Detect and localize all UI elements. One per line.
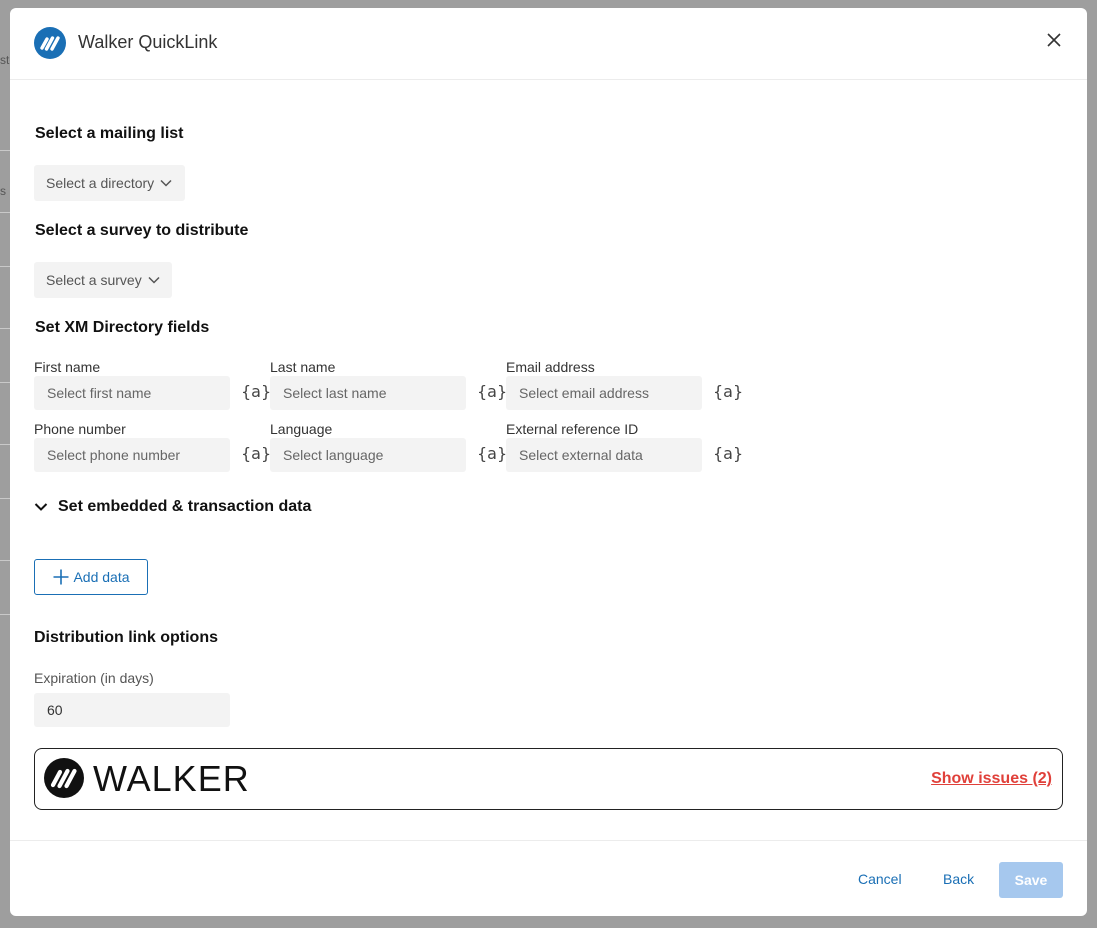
last-name-field[interactable]	[270, 376, 466, 410]
backdrop-divider	[0, 560, 10, 561]
add-data-label: Add data	[73, 569, 130, 585]
survey-dropdown-label: Select a survey	[46, 272, 142, 288]
link-options-heading: Distribution link options	[34, 629, 218, 646]
expiration-field[interactable]	[34, 693, 230, 727]
save-button[interactable]: Save	[999, 862, 1063, 898]
close-icon[interactable]	[1043, 29, 1065, 51]
first-name-field[interactable]	[34, 376, 230, 410]
directory-dropdown[interactable]: Select a directory	[34, 165, 185, 201]
backdrop-divider	[0, 328, 10, 329]
language-field[interactable]	[270, 438, 466, 472]
backdrop-divider	[0, 444, 10, 445]
xm-fields-heading: Set XM Directory fields	[35, 319, 210, 336]
dialog-header: Walker QuickLink	[10, 8, 1087, 80]
backdrop-divider	[0, 266, 10, 267]
backdrop-divider	[0, 498, 10, 499]
last-name-label: Last name	[270, 359, 336, 375]
piped-text-icon[interactable]: {a}	[477, 382, 507, 401]
backdrop-text: s	[0, 184, 6, 198]
back-button[interactable]: Back	[943, 871, 974, 887]
piped-text-icon[interactable]: {a}	[241, 382, 271, 401]
backdrop-divider	[0, 382, 10, 383]
piped-text-icon[interactable]: {a}	[713, 444, 743, 463]
mailing-list-heading: Select a mailing list	[35, 125, 184, 142]
piped-text-icon[interactable]: {a}	[713, 382, 743, 401]
email-address-field[interactable]	[506, 376, 702, 410]
embedded-data-heading: Set embedded & transaction data	[58, 498, 312, 515]
piped-text-icon[interactable]: {a}	[477, 444, 507, 463]
first-name-label: First name	[34, 359, 101, 375]
quicklink-dialog: Walker QuickLink Select a mailing list S…	[10, 8, 1087, 916]
chevron-down-icon	[34, 502, 48, 512]
walker-status-bar: WALKER Show issues (2)	[34, 748, 1063, 810]
dialog-title: Walker QuickLink	[78, 32, 218, 52]
embedded-data-toggle[interactable]: Set embedded & transaction data	[34, 498, 311, 516]
dialog-footer: Cancel Back Save	[10, 840, 1087, 916]
backdrop-divider	[0, 212, 10, 213]
expiration-label: Expiration (in days)	[34, 670, 154, 686]
language-label: Language	[270, 421, 333, 437]
walker-wordmark: WALKER	[93, 758, 250, 799]
piped-text-icon[interactable]: {a}	[241, 444, 271, 463]
directory-dropdown-label: Select a directory	[46, 175, 155, 191]
add-data-button[interactable]: Add data	[34, 559, 148, 595]
backdrop-divider	[0, 150, 10, 151]
walker-logo-icon	[44, 758, 84, 798]
survey-dropdown[interactable]: Select a survey	[34, 262, 172, 298]
chevron-down-icon	[148, 276, 160, 284]
survey-heading: Select a survey to distribute	[35, 222, 249, 239]
show-issues-link[interactable]: Show issues (2)	[931, 770, 1052, 788]
walker-logo-icon	[34, 27, 66, 59]
cancel-button[interactable]: Cancel	[858, 871, 902, 887]
phone-number-field[interactable]	[34, 438, 230, 472]
external-reference-label: External reference ID	[506, 421, 639, 437]
external-reference-field[interactable]	[506, 438, 702, 472]
chevron-down-icon	[160, 179, 172, 187]
email-address-label: Email address	[506, 359, 595, 375]
plus-icon	[52, 568, 70, 586]
phone-number-label: Phone number	[34, 421, 126, 437]
backdrop-divider	[0, 614, 10, 615]
